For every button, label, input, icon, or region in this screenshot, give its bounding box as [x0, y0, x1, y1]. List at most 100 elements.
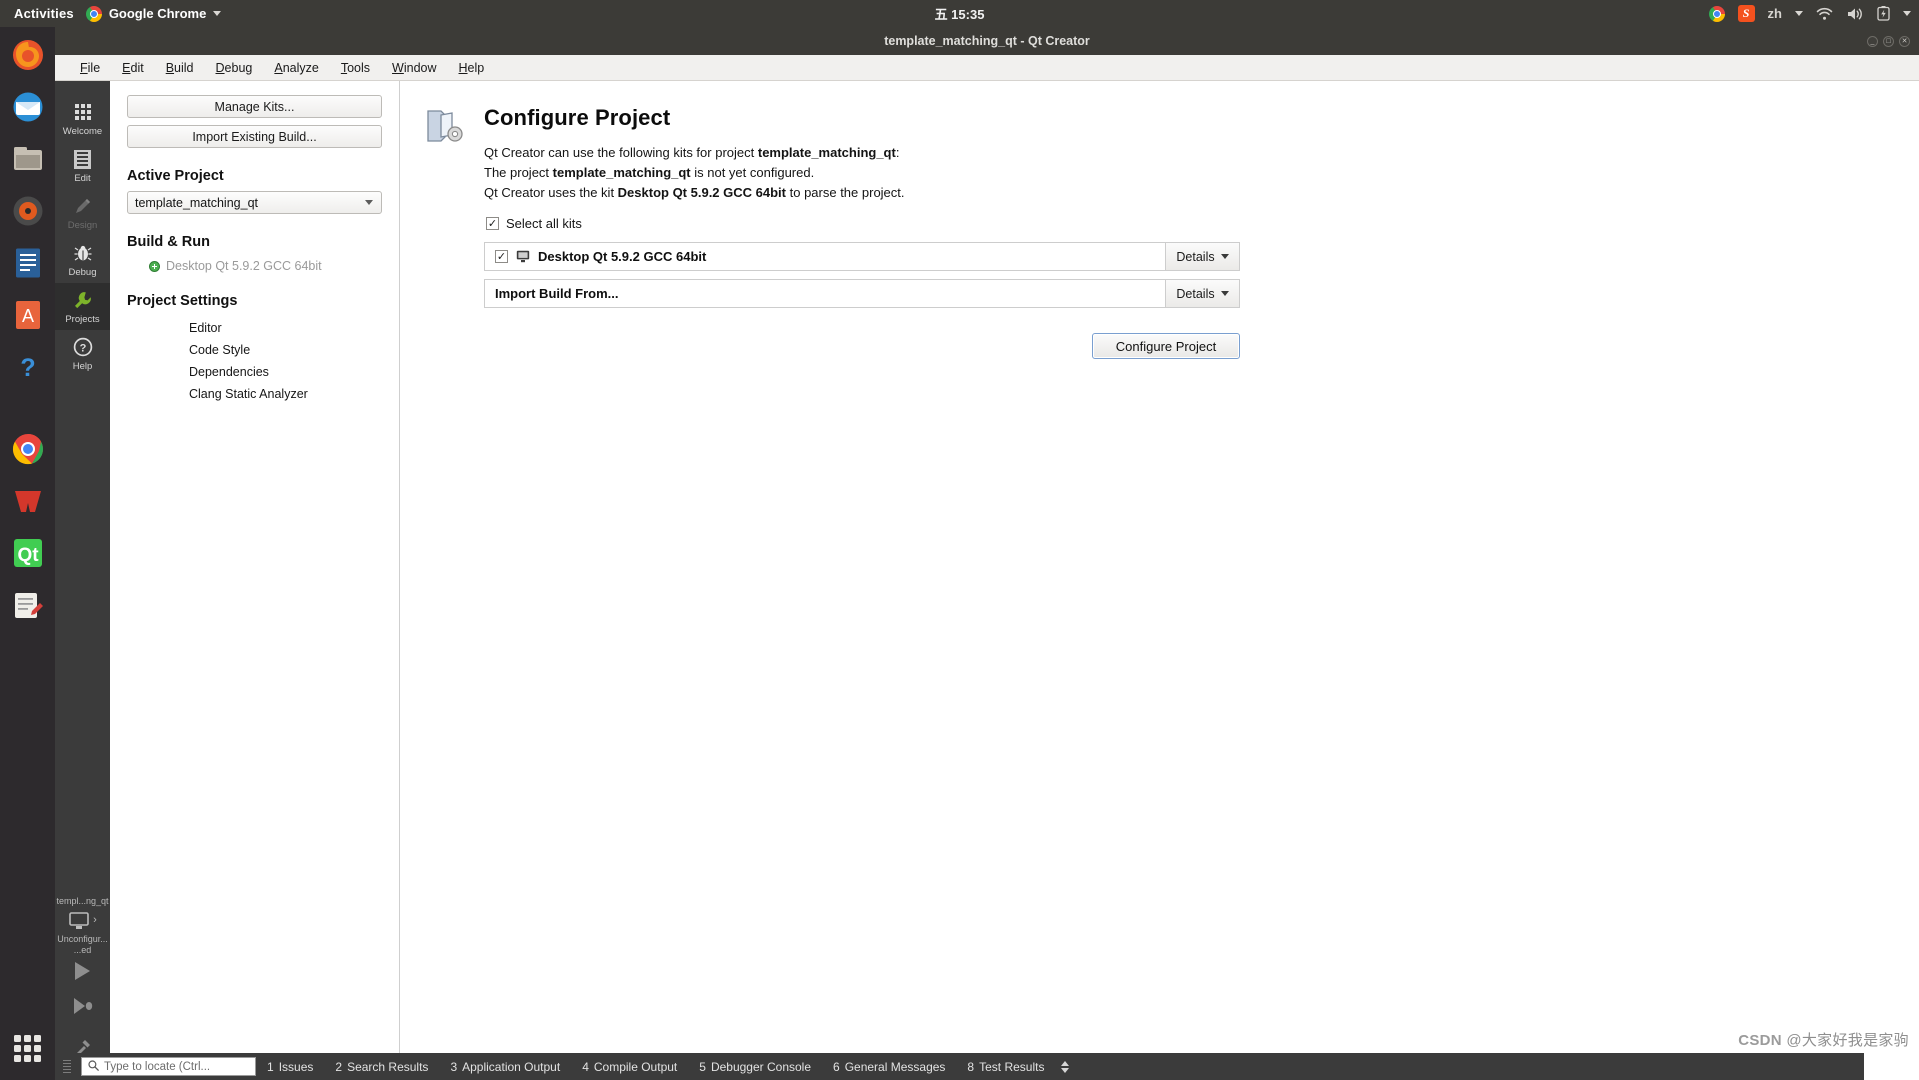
launcher-item-libreoffice-writer[interactable] [6, 241, 50, 285]
launcher-item-text-editor[interactable] [6, 583, 50, 627]
configure-project-button[interactable]: Configure Project [1092, 333, 1240, 360]
menu-help[interactable]: Help [448, 58, 496, 78]
kit-selector-state-line1: Unconfigur... [57, 933, 108, 944]
select-all-kits-row[interactable]: ✓ Select all kits [486, 216, 1240, 231]
kit-row-desktop[interactable]: ✓ Desktop Qt 5.9.2 GCC 64bit Details [484, 242, 1240, 272]
gnome-top-bar: Activities Google Chrome 五 15:35 S zh [0, 0, 1919, 27]
configure-description: Qt Creator can use the following kits fo… [484, 143, 1240, 203]
output-pane-issues[interactable]: 1 Issues [256, 1060, 324, 1074]
activities-button[interactable]: Activities [0, 6, 86, 21]
kit-details-button[interactable]: Details [1166, 243, 1239, 271]
chevron-down-icon [1220, 254, 1229, 260]
search-placeholder: Type to locate (Ctrl... [104, 1060, 211, 1073]
mode-selector: Welcome Edit Design Debug Projects ? Hel… [55, 81, 110, 1080]
launcher-item-wps[interactable] [6, 479, 50, 523]
output-pane-toggle-icon[interactable] [1061, 1060, 1070, 1073]
sogou-input-icon[interactable]: S [1737, 5, 1755, 22]
search-input[interactable]: Type to locate (Ctrl... [81, 1057, 256, 1076]
keyboard-layout-label[interactable]: zh [1768, 6, 1782, 21]
volume-icon[interactable] [1846, 7, 1864, 21]
page-title: Configure Project [484, 105, 671, 130]
launcher-item-files[interactable] [6, 137, 50, 181]
launcher-item-help[interactable]: ? [6, 345, 50, 389]
close-button[interactable]: ✕ [1899, 36, 1910, 47]
launcher-item-software[interactable]: A [6, 293, 50, 337]
output-pane-debugger-console[interactable]: 5 Debugger Console [688, 1060, 822, 1074]
qt-creator-window: template_matching_qt - Qt Creator _ □ ✕ … [55, 27, 1919, 1080]
app-menu-label: Google Chrome [108, 6, 207, 21]
kit-selector[interactable]: templ...ng_qt › Unconfigur... ...ed [55, 896, 110, 962]
kit-selector-project: templ...ng_qt [56, 896, 109, 907]
svg-text:Qt: Qt [17, 545, 39, 566]
launcher-item-thunderbird[interactable] [6, 85, 50, 129]
description-line-1: Qt Creator can use the following kits fo… [484, 145, 900, 160]
kit-selector-state-line2: ...ed [73, 944, 92, 955]
launcher-item-chrome[interactable] [6, 427, 50, 471]
settings-item-dependencies[interactable]: Dependencies [189, 361, 382, 383]
select-all-kits-checkbox[interactable]: ✓ [486, 217, 499, 231]
kit-row-desktop-inner[interactable]: ✓ Desktop Qt 5.9.2 GCC 64bit [485, 243, 1166, 271]
output-pane-general-messages[interactable]: 6 General Messages [822, 1060, 956, 1074]
run-button[interactable] [75, 962, 90, 980]
chrome-icon [85, 5, 102, 22]
menu-tools[interactable]: Tools [330, 58, 381, 78]
kit-row-import-inner[interactable]: Import Build From... [485, 280, 1166, 308]
svg-text:?: ? [79, 342, 86, 354]
output-pane-search-results[interactable]: 2 Search Results [324, 1060, 439, 1074]
kit-row-import-label: Import Build From... [495, 286, 619, 302]
tray-chrome-icon[interactable] [1708, 5, 1725, 22]
output-pane-compile-output[interactable]: 4 Compile Output [571, 1060, 688, 1074]
mode-help[interactable]: ? Help [55, 330, 110, 377]
maximize-button[interactable]: □ [1883, 36, 1894, 47]
launcher-item-rhythmbox[interactable] [6, 189, 50, 233]
mode-welcome[interactable]: Welcome [55, 95, 110, 142]
grid-icon [74, 101, 91, 123]
output-pane-test-results[interactable]: 8 Test Results [956, 1060, 1055, 1074]
mode-help-label: Help [72, 361, 93, 372]
active-project-select[interactable]: template_matching_qt [127, 191, 382, 214]
mode-projects-label: Projects [65, 314, 100, 325]
import-existing-build-button[interactable]: Import Existing Build... [127, 125, 382, 148]
watermark-brand: CSDN [1738, 1032, 1782, 1049]
clock[interactable]: 五 15:35 [890, 4, 1030, 23]
kit-row-import[interactable]: Import Build From... Details [484, 279, 1240, 309]
kit-selector-row: › [68, 911, 97, 931]
mode-debug-label: Debug [68, 267, 97, 278]
menu-window[interactable]: Window [381, 58, 447, 78]
watermark-text: @大家好我是家驹 [1786, 1032, 1909, 1049]
debug-button[interactable] [72, 996, 94, 1021]
keyboard-chevron-down-icon[interactable] [1795, 11, 1803, 16]
manage-kits-button[interactable]: Manage Kits... [127, 95, 382, 118]
app-menu-chrome[interactable]: Google Chrome [85, 5, 222, 22]
document-icon [74, 148, 91, 170]
output-pane-application-output[interactable]: 3 Application Output [439, 1060, 571, 1074]
system-menu-chevron-down-icon[interactable] [1903, 11, 1911, 16]
menu-file[interactable]: File [69, 58, 111, 78]
show-applications-button[interactable] [6, 1026, 50, 1070]
window-title: template_matching_qt - Qt Creator [884, 34, 1090, 48]
mode-debug[interactable]: Debug [55, 236, 110, 283]
kit-checkbox[interactable]: ✓ [495, 250, 508, 264]
battery-icon[interactable] [1877, 6, 1890, 21]
settings-item-code-style[interactable]: Code Style [189, 339, 382, 361]
wrench-icon [72, 289, 93, 311]
wifi-icon[interactable] [1816, 7, 1833, 21]
launcher-item-firefox[interactable] [6, 33, 50, 77]
build-run-kit-item[interactable]: Desktop Qt 5.9.2 GCC 64bit [149, 259, 382, 273]
mode-edit[interactable]: Edit [55, 142, 110, 189]
output-pane-handle[interactable] [63, 1060, 71, 1073]
menu-debug[interactable]: Debug [205, 58, 264, 78]
kit-row-desktop-label: Desktop Qt 5.9.2 GCC 64bit [538, 249, 707, 265]
project-settings-pane: Manage Kits... Import Existing Build... … [110, 81, 400, 1080]
settings-item-clang-static-analyzer[interactable]: Clang Static Analyzer [189, 383, 382, 405]
build-run-kit-label: Desktop Qt 5.9.2 GCC 64bit [166, 259, 322, 273]
mode-projects[interactable]: Projects [55, 283, 110, 330]
settings-item-editor[interactable]: Editor [189, 317, 382, 339]
pencil-icon [73, 195, 93, 217]
menu-analyze[interactable]: Analyze [263, 58, 329, 78]
menu-build[interactable]: Build [155, 58, 205, 78]
launcher-item-qtcreator[interactable]: Qt [6, 531, 50, 575]
import-details-button[interactable]: Details [1166, 280, 1239, 308]
menu-edit[interactable]: Edit [111, 58, 155, 78]
minimize-button[interactable]: _ [1867, 36, 1878, 47]
